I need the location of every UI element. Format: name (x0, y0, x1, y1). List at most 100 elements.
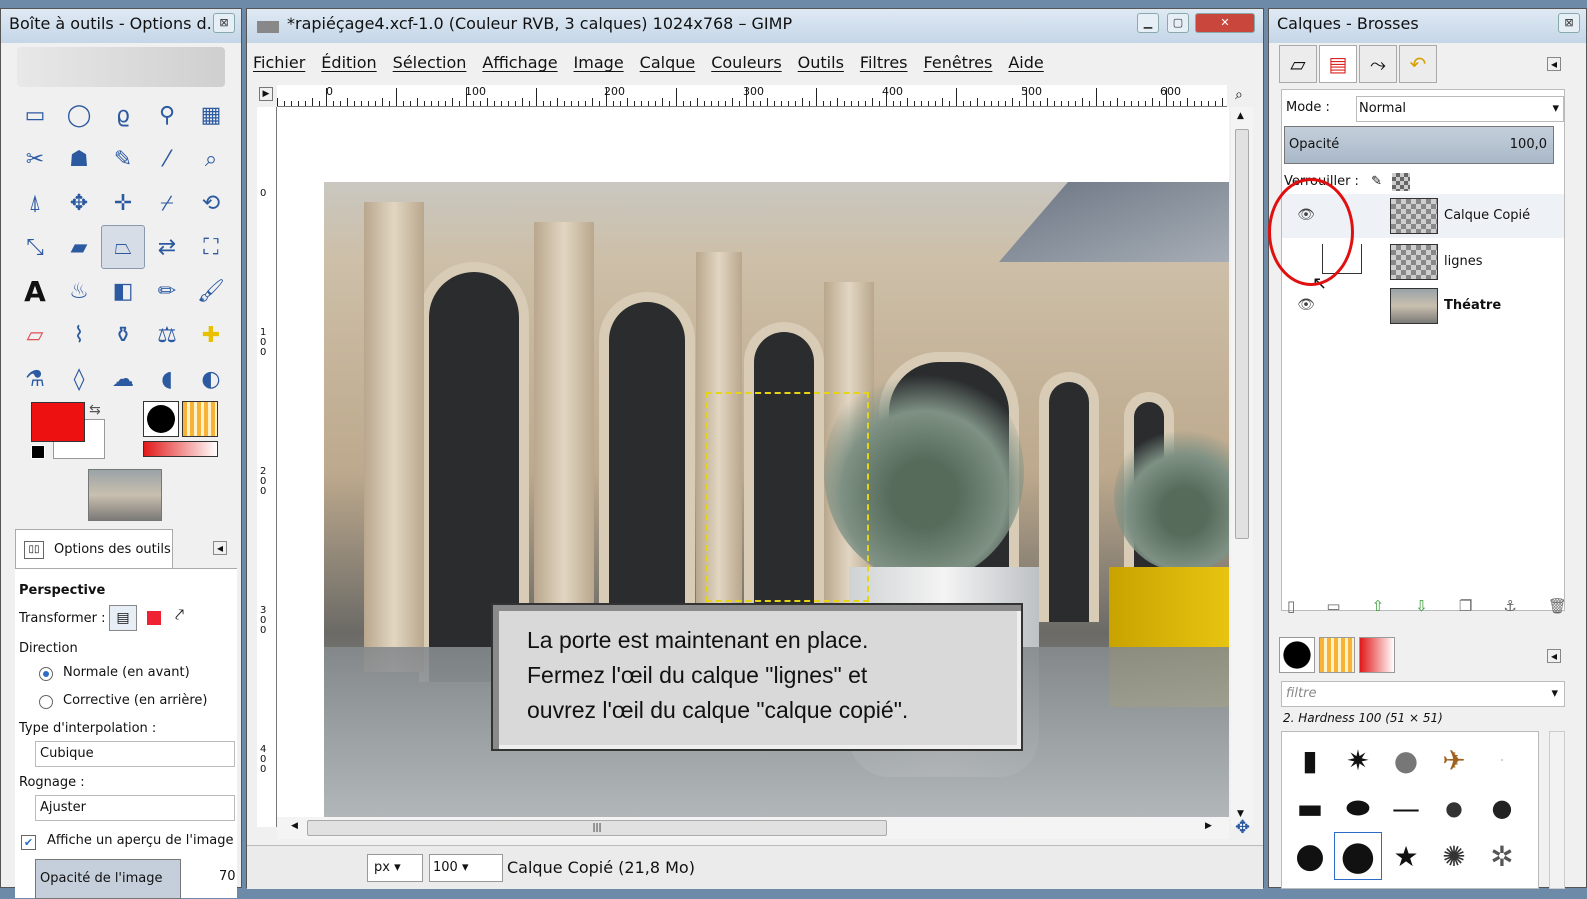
foreground-color-swatch[interactable] (31, 402, 85, 442)
brush-item-selected[interactable]: ● (1334, 832, 1382, 880)
unit-select[interactable]: px ▾ (367, 854, 423, 882)
transform-layer-icon[interactable]: ▤ (109, 605, 137, 631)
brush-item[interactable]: · (1478, 736, 1526, 784)
airbrush-icon[interactable]: ⌇ (57, 313, 101, 357)
direction-normal-radio[interactable] (39, 667, 53, 681)
image-opacity-value[interactable]: 70 (219, 869, 236, 884)
interpolation-select[interactable]: Cubique (35, 741, 235, 767)
tab-tool-options[interactable]: ▯▯ Options des outils (15, 529, 173, 569)
blend-icon[interactable]: ◧ (101, 269, 145, 313)
opacity-value[interactable]: 100,0 (1510, 127, 1547, 163)
zoom-icon[interactable]: ⌕ (189, 137, 233, 181)
active-gradient-preview[interactable] (143, 441, 218, 457)
horizontal-scroll-thumb[interactable]: ||| (307, 820, 887, 836)
text-icon[interactable]: A (13, 269, 57, 313)
zoom-to-fit-icon[interactable]: ⌕ (1235, 87, 1243, 103)
menu-calque[interactable]: Calque (640, 53, 696, 72)
transform-selection-icon[interactable] (147, 611, 161, 625)
menu-couleurs[interactable]: Couleurs (711, 53, 781, 72)
image-opacity-slider[interactable]: Opacité de l'image (35, 859, 181, 899)
perspective-clone-icon[interactable]: ⚗ (13, 357, 57, 401)
swap-colors-icon[interactable]: ⇆ (89, 402, 101, 418)
duplicate-layer-icon[interactable]: ❐ (1459, 597, 1472, 621)
fuzzy-select-icon[interactable]: ⚲ (145, 93, 189, 137)
brush-filter-input[interactable]: filtre ▾ (1281, 681, 1565, 707)
opacity-slider[interactable]: Opacité 100,0 (1284, 126, 1554, 164)
tab-patterns-icon[interactable] (1319, 637, 1355, 673)
brush-item[interactable]: ✲ (1478, 832, 1526, 880)
tab-brushes-icon[interactable] (1279, 637, 1315, 673)
free-select-icon[interactable]: ϱ (101, 93, 145, 137)
align-icon[interactable]: ✛ (101, 181, 145, 225)
menu-fichier[interactable]: Fichier (253, 53, 305, 72)
scissors-icon[interactable]: ✂ (13, 137, 57, 181)
crop-icon[interactable]: ⌿ (145, 181, 189, 225)
foreground-select-icon[interactable]: ☗ (57, 137, 101, 181)
brush-item[interactable]: ● (1286, 832, 1334, 880)
new-layer-icon[interactable]: ▯ (1287, 597, 1295, 621)
menu-aide[interactable]: Aide (1008, 53, 1043, 72)
brush-item[interactable]: ✺ (1430, 832, 1478, 880)
tab-menu-icon[interactable]: ◂ (213, 541, 227, 555)
brush-item[interactable]: ✷ (1334, 736, 1382, 784)
brush-item[interactable]: — (1382, 784, 1430, 832)
quick-mask-menu-icon[interactable]: ▶ (259, 87, 273, 101)
vertical-scrollbar[interactable]: ▲ ▼ (1231, 107, 1253, 827)
close-icon[interactable]: ✕ (1195, 13, 1255, 33)
move-icon[interactable]: ✥ (57, 181, 101, 225)
lower-layer-icon[interactable]: ⇩ (1415, 597, 1428, 621)
new-layer-group-icon[interactable]: ▭ (1326, 597, 1340, 621)
heal-icon[interactable]: ✚ (189, 313, 233, 357)
smudge-icon[interactable]: ☁ (101, 357, 145, 401)
vertical-scroll-thumb[interactable] (1235, 129, 1249, 539)
close-icon[interactable]: ⊠ (213, 13, 235, 33)
brush-scrollbar[interactable] (1549, 731, 1565, 889)
brush-item[interactable]: ▬ (1286, 784, 1334, 832)
menu-selection[interactable]: Sélection (393, 53, 467, 72)
active-image-thumbnail[interactable] (88, 469, 162, 521)
ellipse-select-icon[interactable]: ◯ (57, 93, 101, 137)
brush-item[interactable]: ⬬ (1334, 784, 1382, 832)
ink-icon[interactable]: ⚱ (101, 313, 145, 357)
measure-icon[interactable]: ⍋ (13, 181, 57, 225)
blur-icon[interactable]: ◊ (57, 357, 101, 401)
active-pattern-preview[interactable] (182, 401, 218, 437)
menu-affichage[interactable]: Affichage (482, 53, 557, 72)
dodge-burn-icon[interactable]: ◖ (145, 357, 189, 401)
paintbrush-icon[interactable]: 🖌 (189, 269, 233, 313)
pencil-icon[interactable]: ✏ (145, 269, 189, 313)
anchor-layer-icon[interactable]: ⚓ (1503, 597, 1516, 621)
tab-undo-icon[interactable]: ↶ (1399, 45, 1437, 83)
minimize-icon[interactable]: ▁ (1137, 13, 1159, 33)
scroll-up-icon[interactable]: ▲ (1237, 111, 1244, 121)
brush-item[interactable]: ● (1478, 784, 1526, 832)
clone-icon[interactable]: ⚖ (145, 313, 189, 357)
direction-corrective-radio[interactable] (39, 695, 53, 709)
brush-item[interactable]: ★ (1382, 832, 1430, 880)
color-select-icon[interactable]: ▦ (189, 93, 233, 137)
perspective-icon[interactable]: ⏢ (101, 225, 145, 269)
bucket-fill-icon[interactable]: ♨ (57, 269, 101, 313)
preview-checkbox[interactable]: ✔ (21, 835, 36, 850)
tab-menu-icon[interactable]: ◂ (1547, 57, 1561, 71)
brush-item[interactable]: ● (1382, 736, 1430, 784)
paths-icon[interactable]: ✎ (101, 137, 145, 181)
maximize-icon[interactable]: ▢ (1167, 13, 1189, 33)
transform-path-icon[interactable]: ⤤ (175, 605, 184, 625)
delete-layer-icon[interactable]: 🗑 (1548, 597, 1567, 621)
brush-item[interactable]: ✈ (1430, 736, 1478, 784)
scroll-right-icon[interactable]: ▶ (1205, 821, 1212, 831)
tab-gradients-icon[interactable] (1359, 637, 1395, 673)
menu-image[interactable]: Image (574, 53, 624, 72)
flip-icon[interactable]: ⇄ (145, 225, 189, 269)
color-picker-icon[interactable]: ⁄ (145, 137, 189, 181)
tab-menu-icon[interactable]: ◂ (1547, 649, 1561, 663)
brush-item[interactable]: ▮ (1286, 736, 1334, 784)
eraser-icon[interactable]: ▱ (13, 313, 57, 357)
tab-paths-icon[interactable]: ⤳ (1359, 45, 1397, 83)
tab-layers-icon[interactable]: ▱ (1279, 45, 1317, 83)
eye-icon[interactable]: 👁 (1296, 296, 1316, 314)
lock-alpha-icon[interactable] (1392, 172, 1411, 191)
default-colors-icon[interactable] (31, 445, 45, 459)
horizontal-scrollbar[interactable]: ◀ ||| ▶ (277, 817, 1229, 839)
